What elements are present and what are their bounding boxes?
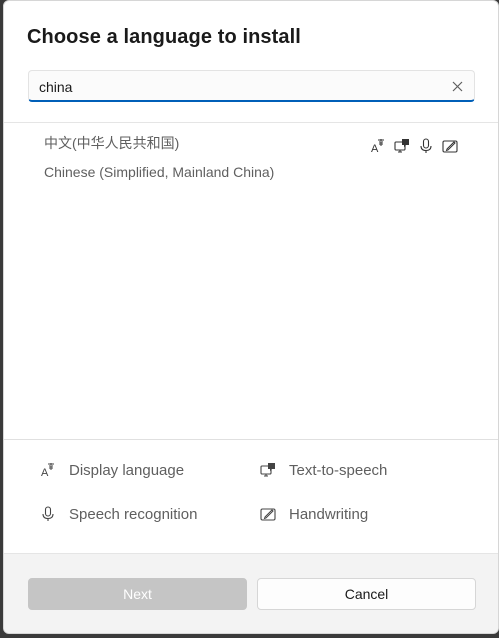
svg-text:A: A — [41, 467, 49, 478]
speech-recognition-icon — [39, 505, 57, 523]
language-native-name: 中文(中华人民共和国) — [44, 135, 180, 151]
dialog-footer: Next Cancel — [4, 553, 498, 633]
legend-label: Handwriting — [289, 505, 369, 523]
svg-text:A: A — [371, 143, 379, 154]
legend-label: Display language — [69, 461, 185, 479]
handwriting-icon — [441, 137, 459, 155]
feature-icons: A — [369, 137, 459, 155]
speech-recognition-icon — [417, 137, 435, 155]
text-to-speech-icon — [393, 137, 411, 155]
dialog-title: Choose a language to install — [27, 26, 301, 48]
legend-label: Text-to-speech — [289, 461, 388, 479]
clear-search-icon[interactable] — [449, 78, 465, 94]
search-box — [28, 70, 475, 102]
legend-speech-recognition: Speech recognition — [39, 505, 197, 523]
cancel-button[interactable]: Cancel — [257, 578, 476, 610]
text-to-speech-icon — [259, 461, 277, 479]
language-result-item[interactable]: 中文(中华人民共和国) Chinese (Simplified, Mainlan… — [4, 123, 498, 189]
legend-display-language: A Display language — [39, 461, 184, 479]
next-button[interactable]: Next — [28, 578, 247, 610]
display-language-icon: A — [369, 137, 387, 155]
language-english-name: Chinese (Simplified, Mainland China) — [44, 164, 275, 180]
language-dialog: Choose a language to install 中文(中华人民共和国)… — [3, 0, 499, 634]
handwriting-icon — [259, 505, 277, 523]
legend-handwriting: Handwriting — [259, 505, 368, 523]
divider — [4, 439, 498, 440]
legend-label: Speech recognition — [69, 505, 198, 523]
display-language-icon: A — [39, 461, 57, 479]
legend-text-to-speech: Text-to-speech — [259, 461, 387, 479]
search-input[interactable] — [39, 77, 439, 97]
